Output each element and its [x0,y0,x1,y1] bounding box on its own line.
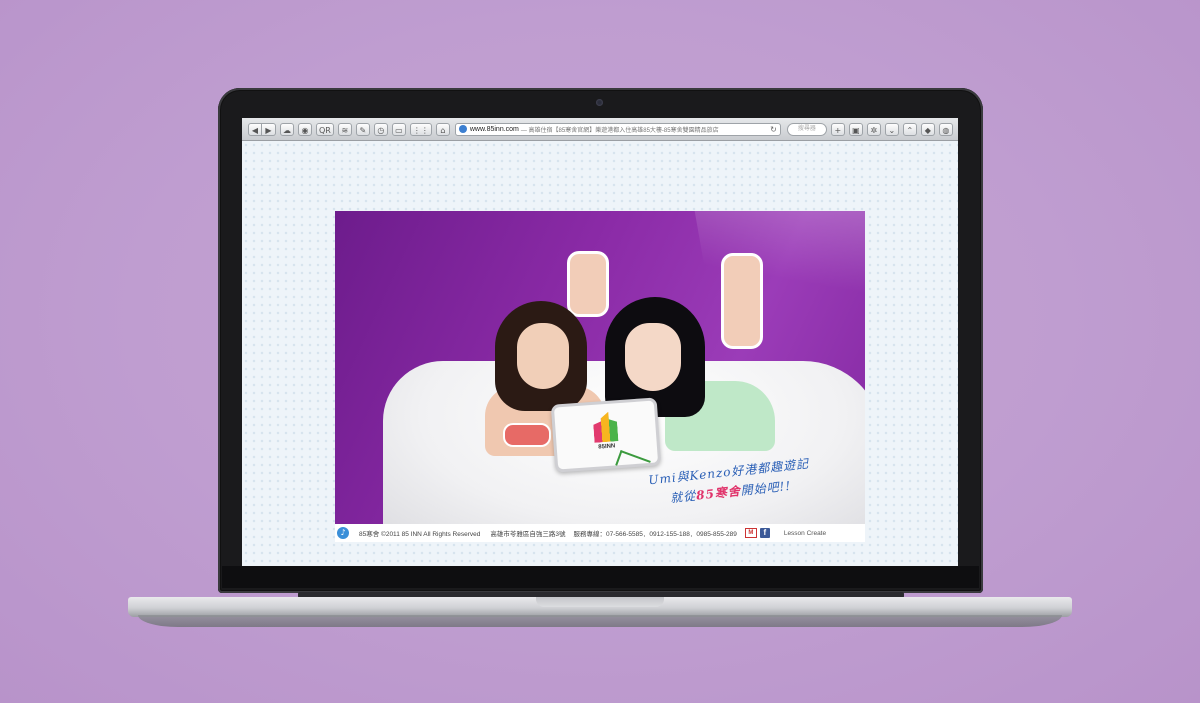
add-icon[interactable]: + [830,122,845,136]
chevron-down-icon[interactable]: ⌄ [884,122,899,136]
qr-icon[interactable]: QR [316,122,334,136]
scrunchie-image [503,423,551,447]
browser-toolbar: ◀ ▶ ☁ ◉ QR ≋ ✎ ◷ ▭ ⋮⋮ ⌂ www.85inn.com — … [242,118,958,141]
laptop-base-shadow [138,615,1062,627]
reload-icon[interactable]: ↻ [770,124,777,135]
feet-image [567,251,609,317]
top-sites-icon[interactable]: ⋮⋮ [409,122,432,136]
hero-gloss [692,211,865,358]
bookmarks-icon[interactable]: ▭ [391,122,406,136]
page-background: 85INN Umi與Kenzo好港都趣遊記 就從85寒舍開始吧!! ♪ 85寒舍… [242,141,958,566]
facebook-icon[interactable]: f [759,528,770,538]
speech-prefix: 就從 [669,488,697,506]
forward-icon[interactable]: ▶ [262,122,276,136]
shield-icon[interactable]: ◉ [298,122,312,136]
laptop-bezel-bottom [222,566,979,588]
reader-icon[interactable]: ◍ [938,122,953,136]
address-bar[interactable]: www.85inn.com — 高雄住宿【85寒舍官網】樂遊港都入住高雄85大樓… [454,122,781,136]
site-footer: ♪ 85寒舍 ©2011 85 INN All Rights Reserved … [335,524,865,542]
hero-banner: 85INN Umi與Kenzo好港都趣遊記 就從85寒舍開始吧!! [335,211,865,524]
search-input[interactable]: 搜尋器 [786,122,827,136]
copyright-text: 85寒舍 ©2011 85 INN All Rights Reserved [359,531,481,538]
tabs-icon[interactable]: ▣ [848,122,863,136]
extension-icon[interactable]: ◆ [920,122,935,136]
history-icon[interactable]: ◷ [373,122,388,136]
person-image [625,323,681,391]
settings-icon[interactable]: ✲ [866,122,881,136]
address-text: 高雄市苓雅區自強三路3號 [490,531,566,538]
laptop-notch [536,597,664,607]
globe-icon [458,125,467,133]
credit-link[interactable]: Lesson Create [784,530,826,537]
edit-icon[interactable]: ✎ [355,122,370,136]
chevron-up-icon[interactable]: ⌃ [902,122,917,136]
feet-image [721,253,763,349]
camera-icon [596,99,603,106]
home-icon[interactable]: ⌂ [435,122,450,136]
music-icon[interactable]: ♪ [337,527,349,539]
phone-text: 服務專線：07-566-5585．0912-155-188．0985-855-2… [573,531,737,538]
brand-logo-icon [592,411,618,443]
url-domain: www.85inn.com [469,125,519,133]
page-title: — 高雄住宿【85寒舍官網】樂遊港都入住高雄85大樓-85寒舍雙園精品旅店 [520,127,719,134]
rss-icon[interactable]: ≋ [337,122,352,136]
back-icon[interactable]: ◀ [248,122,262,136]
person-image [517,323,569,389]
cloud-icon[interactable]: ☁ [280,122,294,136]
nav-buttons: ◀ ▶ [248,122,276,136]
screen: ◀ ▶ ☁ ◉ QR ≋ ✎ ◷ ▭ ⋮⋮ ⌂ www.85inn.com — … [242,118,958,566]
gmail-icon[interactable]: M [744,528,757,538]
